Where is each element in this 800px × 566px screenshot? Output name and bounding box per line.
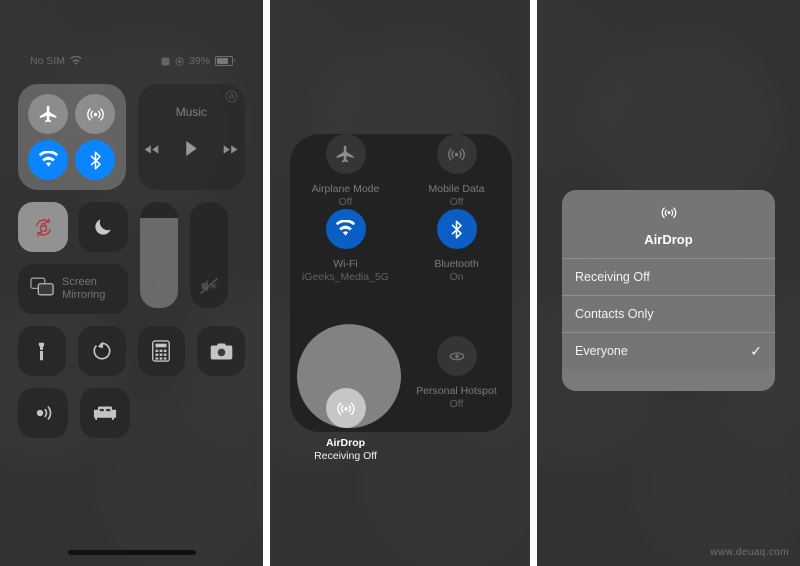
expanded-airplane-mode[interactable]: Airplane Mode Off <box>290 134 401 209</box>
status: iGeeks_Media_5G <box>302 271 389 283</box>
option-label: Contacts Only <box>575 307 654 321</box>
play-button[interactable] <box>185 141 197 161</box>
bluetooth-icon <box>436 209 477 249</box>
cc-row-1: Music <box>18 84 245 190</box>
airplane-mode-toggle[interactable] <box>28 94 69 134</box>
airdrop-option-receiving-off[interactable]: Receiving Off <box>562 258 775 295</box>
status: Receiving Off <box>314 450 377 462</box>
location-icon <box>175 56 184 66</box>
status: On <box>449 271 464 283</box>
panel-expanded-connectivity: Airplane Mode Off Mobile Data Off Wi-Fi … <box>270 0 530 566</box>
next-track-button[interactable] <box>223 142 238 160</box>
mobile-data-icon <box>436 134 477 174</box>
label: AirDrop <box>325 437 366 449</box>
expanded-grid: Airplane Mode Off Mobile Data Off Wi-Fi … <box>290 134 512 462</box>
watermark: www.deuaq.com <box>710 547 789 558</box>
dialog-title: AirDrop <box>644 232 693 247</box>
wifi-toggle[interactable] <box>28 140 69 180</box>
volume-slider[interactable] <box>190 202 228 308</box>
panel-control-center: No SIM 39% Music Screen Mirroring <box>0 0 263 566</box>
wifi-status-icon <box>70 56 82 66</box>
nfc-tag-reader-tile[interactable] <box>18 388 68 438</box>
calculator-tile[interactable] <box>137 326 186 376</box>
expanded-wifi[interactable]: Wi-Fi iGeeks_Media_5G <box>290 209 401 284</box>
bluetooth-toggle[interactable] <box>75 140 116 180</box>
airplay-icon[interactable] <box>225 90 238 108</box>
screen-mirroring-label: Screen Mirroring <box>62 276 106 301</box>
cc-row-4 <box>18 388 245 438</box>
camera-tile[interactable] <box>197 326 245 376</box>
label: Airplane Mode <box>311 183 380 195</box>
label: Bluetooth <box>434 258 479 270</box>
panel-divider-1 <box>263 0 270 566</box>
do-not-disturb-toggle[interactable] <box>78 202 128 252</box>
dialog-footer <box>562 369 775 391</box>
check-icon: ✓ <box>750 342 762 359</box>
connectivity-module[interactable] <box>18 84 126 190</box>
status: Off <box>449 398 464 410</box>
airdrop-option-contacts-only[interactable]: Contacts Only <box>562 295 775 332</box>
rotation-lock-toggle[interactable] <box>18 202 68 252</box>
label: Wi-Fi <box>333 258 358 270</box>
previous-track-button[interactable] <box>144 142 159 160</box>
option-label: Receiving Off <box>575 270 650 284</box>
battery-icon <box>215 56 235 66</box>
sleep-mode-tile[interactable] <box>80 388 130 438</box>
status: Off <box>338 196 353 208</box>
home-indicator[interactable] <box>67 550 196 555</box>
airdrop-options-dialog: AirDrop Receiving Off Contacts Only Ever… <box>562 190 775 391</box>
control-center-grid: Music Screen Mirroring <box>18 84 245 450</box>
timer-tile[interactable] <box>77 326 126 376</box>
alarm-icon <box>161 57 170 66</box>
airdrop-option-everyone[interactable]: Everyone ✓ <box>562 332 775 369</box>
wifi-icon <box>325 209 366 249</box>
label: Mobile Data <box>428 183 485 195</box>
mobile-data-toggle[interactable] <box>75 94 116 134</box>
status: Off <box>449 196 464 208</box>
expanded-bluetooth[interactable]: Bluetooth On <box>401 209 512 284</box>
carrier-label: No SIM <box>30 55 66 67</box>
cc-row-2: Screen Mirroring <box>18 202 245 314</box>
screenshot-stage: No SIM 39% Music Screen Mirroring Airpla… <box>0 0 800 566</box>
music-controls <box>144 141 238 161</box>
flashlight-tile[interactable] <box>18 326 66 376</box>
expanded-personal-hotspot[interactable]: Personal Hotspot Off <box>401 284 512 463</box>
screen-mirroring-icon <box>30 277 54 301</box>
expanded-airdrop[interactable]: AirDrop Receiving Off <box>290 284 401 463</box>
status-bar: No SIM 39% <box>0 52 263 70</box>
cc-row-3 <box>18 326 245 376</box>
volume-muted-icon <box>190 276 228 296</box>
expanded-connectivity-module: Airplane Mode Off Mobile Data Off Wi-Fi … <box>290 134 512 462</box>
panel-divider-2 <box>530 0 537 566</box>
screen-mirroring-tile[interactable]: Screen Mirroring <box>18 264 128 314</box>
personal-hotspot-icon <box>436 336 477 376</box>
brightness-slider[interactable] <box>140 202 178 308</box>
option-label: Everyone <box>575 344 628 358</box>
music-widget[interactable]: Music <box>137 84 245 190</box>
panel-airdrop-dialog: AirDrop Receiving Off Contacts Only Ever… <box>537 0 800 566</box>
airplane-mode-icon <box>325 134 366 174</box>
expanded-mobile-data[interactable]: Mobile Data Off <box>401 134 512 209</box>
battery-percent-label: 39% <box>188 55 210 67</box>
airdrop-icon <box>325 388 366 428</box>
label: Personal Hotspot <box>416 385 497 397</box>
music-title: Music <box>175 105 208 119</box>
brightness-icon <box>140 276 178 296</box>
airdrop-icon <box>659 202 679 227</box>
dialog-header: AirDrop <box>562 190 775 258</box>
